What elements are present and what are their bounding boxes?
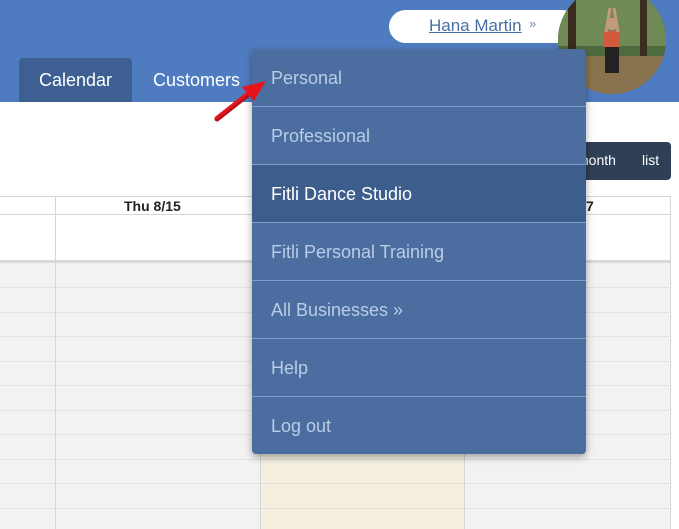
- menu-item-personal[interactable]: Personal: [252, 49, 586, 107]
- menu-item-help[interactable]: Help: [252, 339, 586, 397]
- red-arrow-icon: [214, 81, 266, 122]
- slot-line: [0, 483, 671, 484]
- day-header-partial: 7: [586, 198, 594, 214]
- view-list-button[interactable]: list: [642, 152, 659, 168]
- slot-line: [0, 508, 671, 509]
- day-header-thu: Thu 8/15: [124, 198, 181, 214]
- user-name-link[interactable]: Hana Martin: [429, 16, 522, 36]
- menu-item-all-businesses[interactable]: All Businesses »: [252, 281, 586, 339]
- slot-line: [0, 459, 671, 460]
- chevron-down-icon: »: [529, 16, 537, 31]
- user-menu-toggle[interactable]: Hana Martin »: [389, 10, 579, 43]
- tab-calendar[interactable]: Calendar: [19, 58, 132, 102]
- menu-item-log-out[interactable]: Log out: [252, 397, 586, 454]
- column-divider: [55, 196, 56, 529]
- menu-item-fitli-personal-training[interactable]: Fitli Personal Training: [252, 223, 586, 281]
- account-dropdown-menu: Personal Professional Fitli Dance Studio…: [252, 49, 586, 454]
- menu-item-professional[interactable]: Professional: [252, 107, 586, 165]
- column-divider: [670, 196, 671, 529]
- menu-item-fitli-dance-studio[interactable]: Fitli Dance Studio: [252, 165, 586, 223]
